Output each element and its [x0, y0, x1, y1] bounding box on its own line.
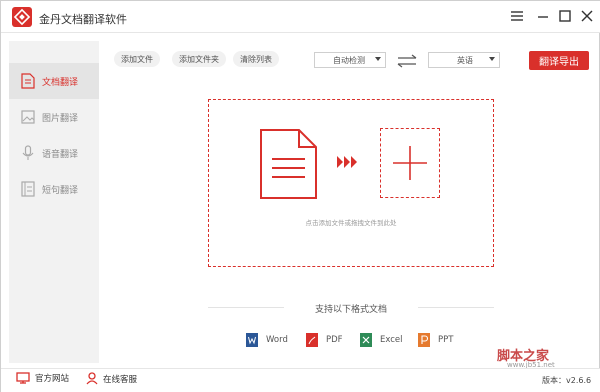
microphone-icon	[22, 145, 34, 160]
translate-export-button[interactable]: 翻译导出	[529, 51, 589, 70]
pdf-icon	[306, 333, 318, 347]
chevron-down-icon	[489, 57, 495, 61]
close-button[interactable]	[576, 6, 598, 26]
target-language-value: 英语	[457, 55, 473, 65]
hamburger-icon	[511, 11, 523, 21]
online-support-link[interactable]: 在线客服	[86, 372, 137, 385]
sidebar: 文档翻译 图片翻译 语音翻译 短句翻译	[9, 41, 99, 363]
app-window: 金丹文档翻译软件 文档翻译 图片翻译 语音翻译 短句翻译 添加文件 添加文件夹 …	[0, 0, 600, 392]
title-bar: 金丹文档翻译软件	[1, 1, 600, 33]
source-language-value: 自动检测	[333, 55, 365, 65]
format-ppt: PPT	[418, 333, 453, 347]
add-folder-button[interactable]: 添加文件夹	[172, 51, 226, 67]
ppt-icon	[418, 333, 430, 347]
target-language-select[interactable]: 英语	[428, 52, 500, 68]
format-label: Excel	[380, 335, 403, 345]
source-language-select[interactable]: 自动检测	[314, 52, 386, 68]
swap-languages-icon[interactable]	[397, 54, 417, 68]
app-logo	[12, 7, 32, 27]
word-icon	[246, 333, 258, 347]
sidebar-item-sentence-translate[interactable]: 短句翻译	[9, 171, 99, 207]
minimize-icon	[538, 16, 548, 18]
version-label: 版本：v2.6.6	[542, 376, 592, 385]
add-file-target[interactable]	[380, 128, 440, 198]
menu-button[interactable]	[506, 6, 528, 26]
sidebar-item-label: 语音翻译	[42, 149, 79, 160]
user-icon	[86, 372, 98, 385]
sidebar-item-document-translate[interactable]: 文档翻译	[9, 63, 99, 99]
divider	[418, 307, 494, 308]
drop-hint: 点击添加文件或拖拽文件到此处	[305, 219, 397, 227]
format-label: Word	[266, 335, 288, 345]
format-label: PDF	[326, 335, 343, 345]
excel-icon	[360, 333, 372, 347]
format-label: PPT	[438, 335, 454, 345]
document-icon	[21, 73, 35, 89]
clear-list-button[interactable]: 清除列表	[233, 51, 279, 67]
monitor-icon	[16, 372, 30, 384]
sidebar-item-label: 文档翻译	[42, 77, 79, 88]
sidebar-item-label: 图片翻译	[42, 113, 79, 124]
supported-formats-title: 支持以下格式文档	[314, 305, 387, 315]
format-pdf: PDF	[306, 333, 343, 347]
fast-forward-arrows-icon	[337, 156, 357, 168]
sidebar-item-image-translate[interactable]: 图片翻译	[9, 99, 99, 135]
sidebar-item-label: 短句翻译	[42, 185, 79, 196]
close-icon	[581, 10, 593, 22]
chevron-down-icon	[375, 57, 381, 61]
add-file-button[interactable]: 添加文件	[114, 51, 160, 67]
support-label: 在线客服	[103, 374, 138, 385]
maximize-button[interactable]	[554, 6, 576, 26]
document-file-icon	[260, 129, 317, 199]
official-website-link[interactable]: 官方网站	[16, 372, 69, 384]
sentence-icon	[21, 181, 35, 197]
divider	[208, 307, 284, 308]
image-icon	[21, 110, 35, 124]
file-drop-zone[interactable]	[208, 99, 494, 267]
window-title: 金丹文档翻译软件	[39, 13, 127, 26]
website-label: 官方网站	[35, 374, 70, 384]
maximize-icon	[559, 10, 571, 22]
format-word: Word	[246, 333, 288, 347]
minimize-button[interactable]	[532, 6, 554, 26]
sidebar-item-voice-translate[interactable]: 语音翻译	[9, 135, 99, 171]
format-excel: Excel	[360, 333, 403, 347]
plus-icon	[393, 146, 427, 180]
